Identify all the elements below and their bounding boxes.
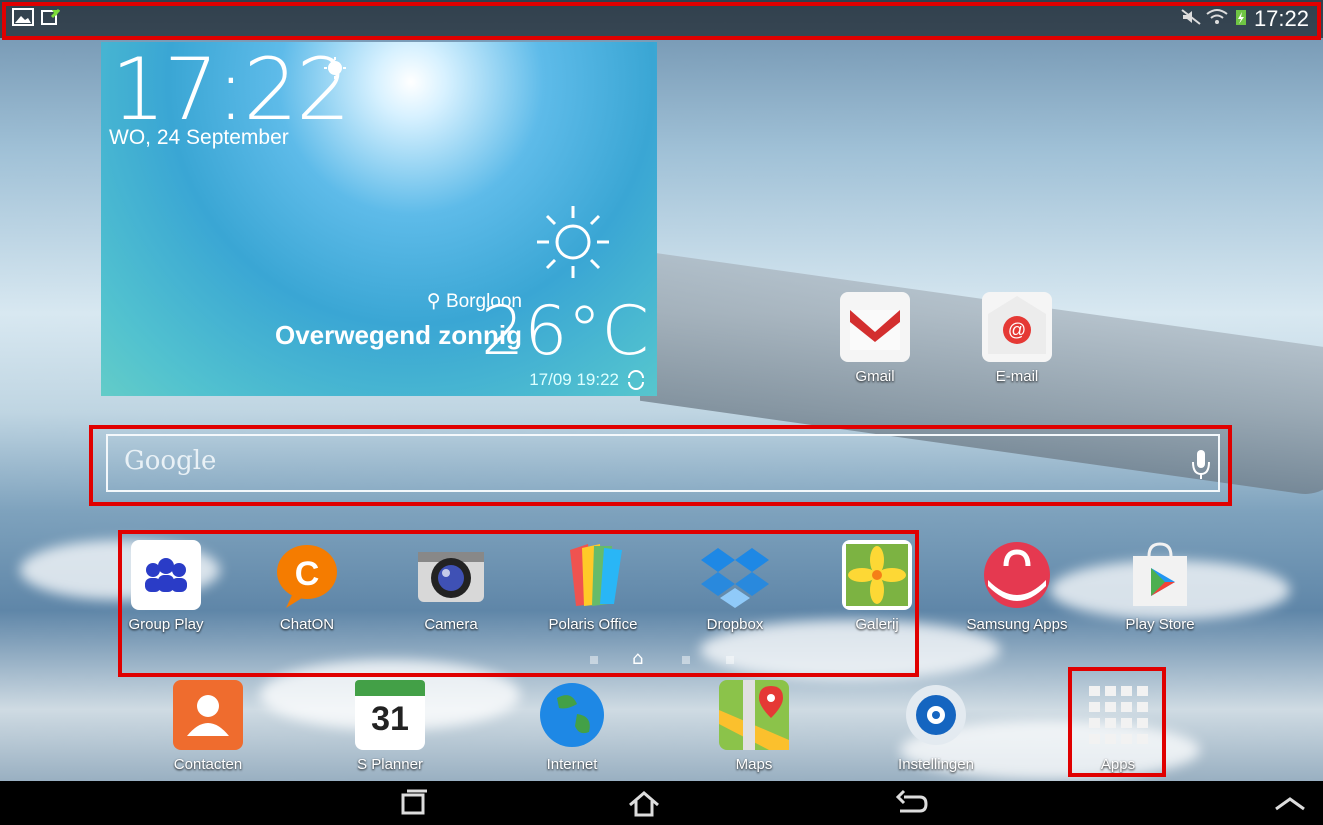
internet-label: Internet <box>546 756 598 773</box>
internet-app[interactable]: Internet <box>507 680 637 773</box>
widget-updated: 17/09 19:22 <box>529 370 619 389</box>
home-button-icon[interactable] <box>624 787 664 819</box>
samsung-apps-icon <box>982 540 1052 610</box>
s-planner-label: S Planner <box>357 756 423 773</box>
status-bar-highlight <box>2 2 1321 40</box>
gmail-shortcut[interactable]: Gmail <box>810 292 940 385</box>
sun-icon <box>537 206 609 278</box>
contacten-label: Contacten <box>173 756 243 773</box>
globe-icon <box>537 680 607 750</box>
play-store-icon <box>1125 540 1195 610</box>
svg-text:@: @ <box>1008 320 1026 340</box>
apps-button-highlight <box>1068 667 1166 777</box>
play-store-app[interactable]: Play Store <box>1095 540 1225 633</box>
widget-temperature: 26°C <box>480 292 649 371</box>
calendar-day: 31 <box>371 700 409 738</box>
location-pin-icon: ⚲ <box>426 291 446 312</box>
page-dot[interactable] <box>726 656 734 664</box>
email-shortcut[interactable]: @ E-mail <box>952 292 1082 385</box>
widget-date: WO, 24 September <box>109 126 289 149</box>
contacts-icon <box>173 680 243 750</box>
samsung-apps-label: Samsung Apps <box>966 616 1068 633</box>
app-row-highlight <box>118 530 919 677</box>
recent-apps-icon[interactable] <box>393 787 433 819</box>
search-bar-highlight <box>89 425 1232 506</box>
home-icon[interactable]: ⌂ <box>632 648 643 669</box>
alarm-icon <box>324 57 346 79</box>
maps-icon <box>719 680 789 750</box>
back-icon[interactable] <box>892 787 932 819</box>
instellingen-label: Instellingen <box>898 756 974 773</box>
gmail-icon <box>840 292 910 362</box>
calendar-icon: 31 <box>355 680 425 750</box>
s-planner-app[interactable]: 31 S Planner <box>325 680 455 773</box>
page-dot[interactable] <box>590 656 598 664</box>
instellingen-app[interactable]: Instellingen <box>871 680 1001 773</box>
gmail-label: Gmail <box>855 368 895 385</box>
navigation-bar <box>0 781 1323 825</box>
samsung-apps-app[interactable]: Samsung Apps <box>952 540 1082 633</box>
maps-label: Maps <box>735 756 773 773</box>
page-indicator[interactable]: ⌂ <box>590 648 740 669</box>
email-label: E-mail <box>995 368 1039 385</box>
contacten-app[interactable]: Contacten <box>143 680 273 773</box>
clock-weather-widget[interactable]: 17:22 WO, 24 September ⚲ Borgloon Overwe… <box>101 42 657 396</box>
maps-app[interactable]: Maps <box>689 680 819 773</box>
play-store-label: Play Store <box>1125 616 1195 633</box>
page-dot[interactable] <box>682 656 690 664</box>
refresh-icon[interactable] <box>625 370 647 390</box>
email-icon: @ <box>982 292 1052 362</box>
settings-gear-icon <box>901 680 971 750</box>
chevron-up-icon[interactable] <box>1270 787 1310 819</box>
